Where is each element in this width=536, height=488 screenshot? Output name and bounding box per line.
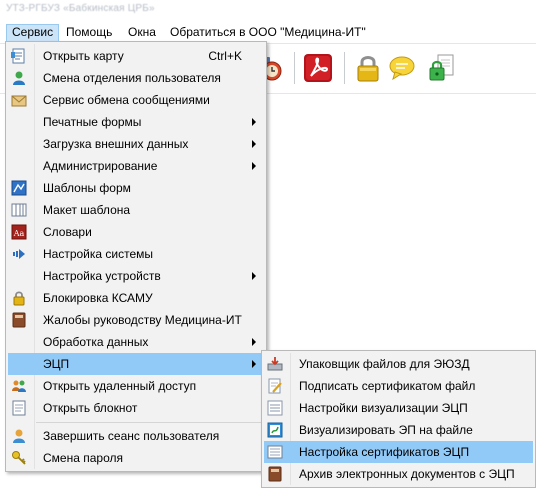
- visualize-signature-icon: [267, 422, 283, 438]
- sign-file-icon: [268, 378, 282, 394]
- toolbar-secure-document-button[interactable]: [424, 50, 460, 86]
- menu-item-complaints[interactable]: Жалобы руководству Медицина-ИТ: [8, 309, 264, 331]
- acrobat-icon: [304, 54, 332, 82]
- menu-item-ecp[interactable]: ЭЦП: [8, 353, 264, 375]
- menu-item-signed-documents-archive[interactable]: Архив электронных документов с ЭЦП: [264, 463, 533, 485]
- menu-item-change-password[interactable]: Смена пароля: [8, 447, 264, 469]
- dictionary-icon: Aa: [11, 224, 27, 240]
- menu-item-open-remote-access[interactable]: Открыть удаленный доступ: [8, 375, 264, 397]
- archive-book-icon: [268, 466, 282, 482]
- form-templates-icon: [11, 180, 27, 196]
- toolbar-message-button[interactable]: [384, 50, 420, 86]
- menu-item-visualize-signature[interactable]: Визуализировать ЭП на файле: [264, 419, 533, 441]
- menu-item-open-notepad[interactable]: Открыть блокнот: [8, 397, 264, 419]
- complaint-book-icon: [12, 312, 26, 328]
- submenu-arrow-icon: [252, 360, 256, 368]
- menu-service[interactable]: Сервис: [6, 24, 60, 42]
- visualization-settings-icon: [267, 400, 283, 416]
- window-title-bar: УТЗ-РГБУЗ «Бабкинская ЦРБ»: [0, 0, 536, 22]
- svg-text:Aa: Aa: [13, 229, 25, 238]
- menu-item-form-templates[interactable]: Шаблоны форм: [8, 177, 264, 199]
- menu-item-end-session[interactable]: Завершить сеанс пользователя: [8, 425, 264, 447]
- menu-item-template-layout[interactable]: Макет шаблона: [8, 199, 264, 221]
- menu-contact-medicina-it[interactable]: Обратиться в ООО "Медицина-ИТ": [165, 24, 371, 42]
- menu-separator: [36, 422, 264, 423]
- speech-bubble-icon: [389, 56, 415, 81]
- toolbar-separator: [344, 52, 345, 84]
- submenu-arrow-icon: [252, 118, 256, 126]
- menu-item-visualization-settings[interactable]: Настройки визуализации ЭЦП: [264, 397, 533, 419]
- service-menu: Открыть карту Ctrl+K Смена отделения пол…: [5, 41, 267, 472]
- menu-item-messaging-service[interactable]: Сервис обмена сообщениями: [8, 89, 264, 111]
- menu-item-administration[interactable]: Администрирование: [8, 155, 264, 177]
- notepad-icon: [12, 400, 26, 416]
- menu-item-print-forms[interactable]: Печатные формы: [8, 111, 264, 133]
- end-session-icon: [13, 429, 25, 443]
- submenu-arrow-icon: [252, 162, 256, 170]
- change-department-icon: [13, 71, 25, 85]
- menu-item-system-settings[interactable]: Настройка системы: [8, 243, 264, 265]
- padlock-icon: [357, 56, 379, 82]
- certificate-settings-icon: [267, 445, 283, 459]
- shortcut-label: Ctrl+K: [208, 49, 242, 63]
- secure-document-icon: [429, 54, 454, 81]
- menu-item-change-department[interactable]: Смена отделения пользователя: [8, 67, 264, 89]
- menu-item-sign-file[interactable]: Подписать сертификатом файл: [264, 375, 533, 397]
- menu-help[interactable]: Помощь: [61, 24, 117, 42]
- menu-item-certificate-settings[interactable]: Настройка сертификатов ЭЦП: [264, 441, 533, 463]
- menu-windows[interactable]: Окна: [123, 24, 161, 42]
- packer-icon: [267, 357, 283, 371]
- message-envelope-icon: [11, 95, 27, 107]
- remote-access-icon: [12, 380, 26, 392]
- ecp-submenu: Упаковщик файлов для ЭЮЗД Подписать серт…: [261, 350, 536, 488]
- template-layout-icon: [11, 203, 27, 217]
- submenu-arrow-icon: [252, 338, 256, 346]
- menu-item-file-packer[interactable]: Упаковщик файлов для ЭЮЗД: [264, 353, 533, 375]
- system-settings-icon: [13, 249, 25, 259]
- open-card-icon: [11, 48, 25, 64]
- menu-item-device-settings[interactable]: Настройка устройств: [8, 265, 264, 287]
- key-icon: [12, 451, 26, 465]
- toolbar-acrobat-button[interactable]: [300, 50, 336, 86]
- submenu-arrow-icon: [252, 140, 256, 148]
- submenu-arrow-icon: [252, 272, 256, 280]
- toolbar-separator: [294, 52, 295, 84]
- menu-item-open-card[interactable]: Открыть карту Ctrl+K: [8, 45, 264, 67]
- menu-item-data-processing[interactable]: Обработка данных: [8, 331, 264, 353]
- menu-item-load-external-data[interactable]: Загрузка внешних данных: [8, 133, 264, 155]
- menu-item-block-ksamu[interactable]: Блокировка КСАМУ: [8, 287, 264, 309]
- toolbar-lock-button[interactable]: [350, 50, 386, 86]
- window-title: УТЗ-РГБУЗ «Бабкинская ЦРБ»: [6, 3, 155, 14]
- menu-item-dictionaries[interactable]: Aa Словари: [8, 221, 264, 243]
- lock-icon: [13, 291, 25, 306]
